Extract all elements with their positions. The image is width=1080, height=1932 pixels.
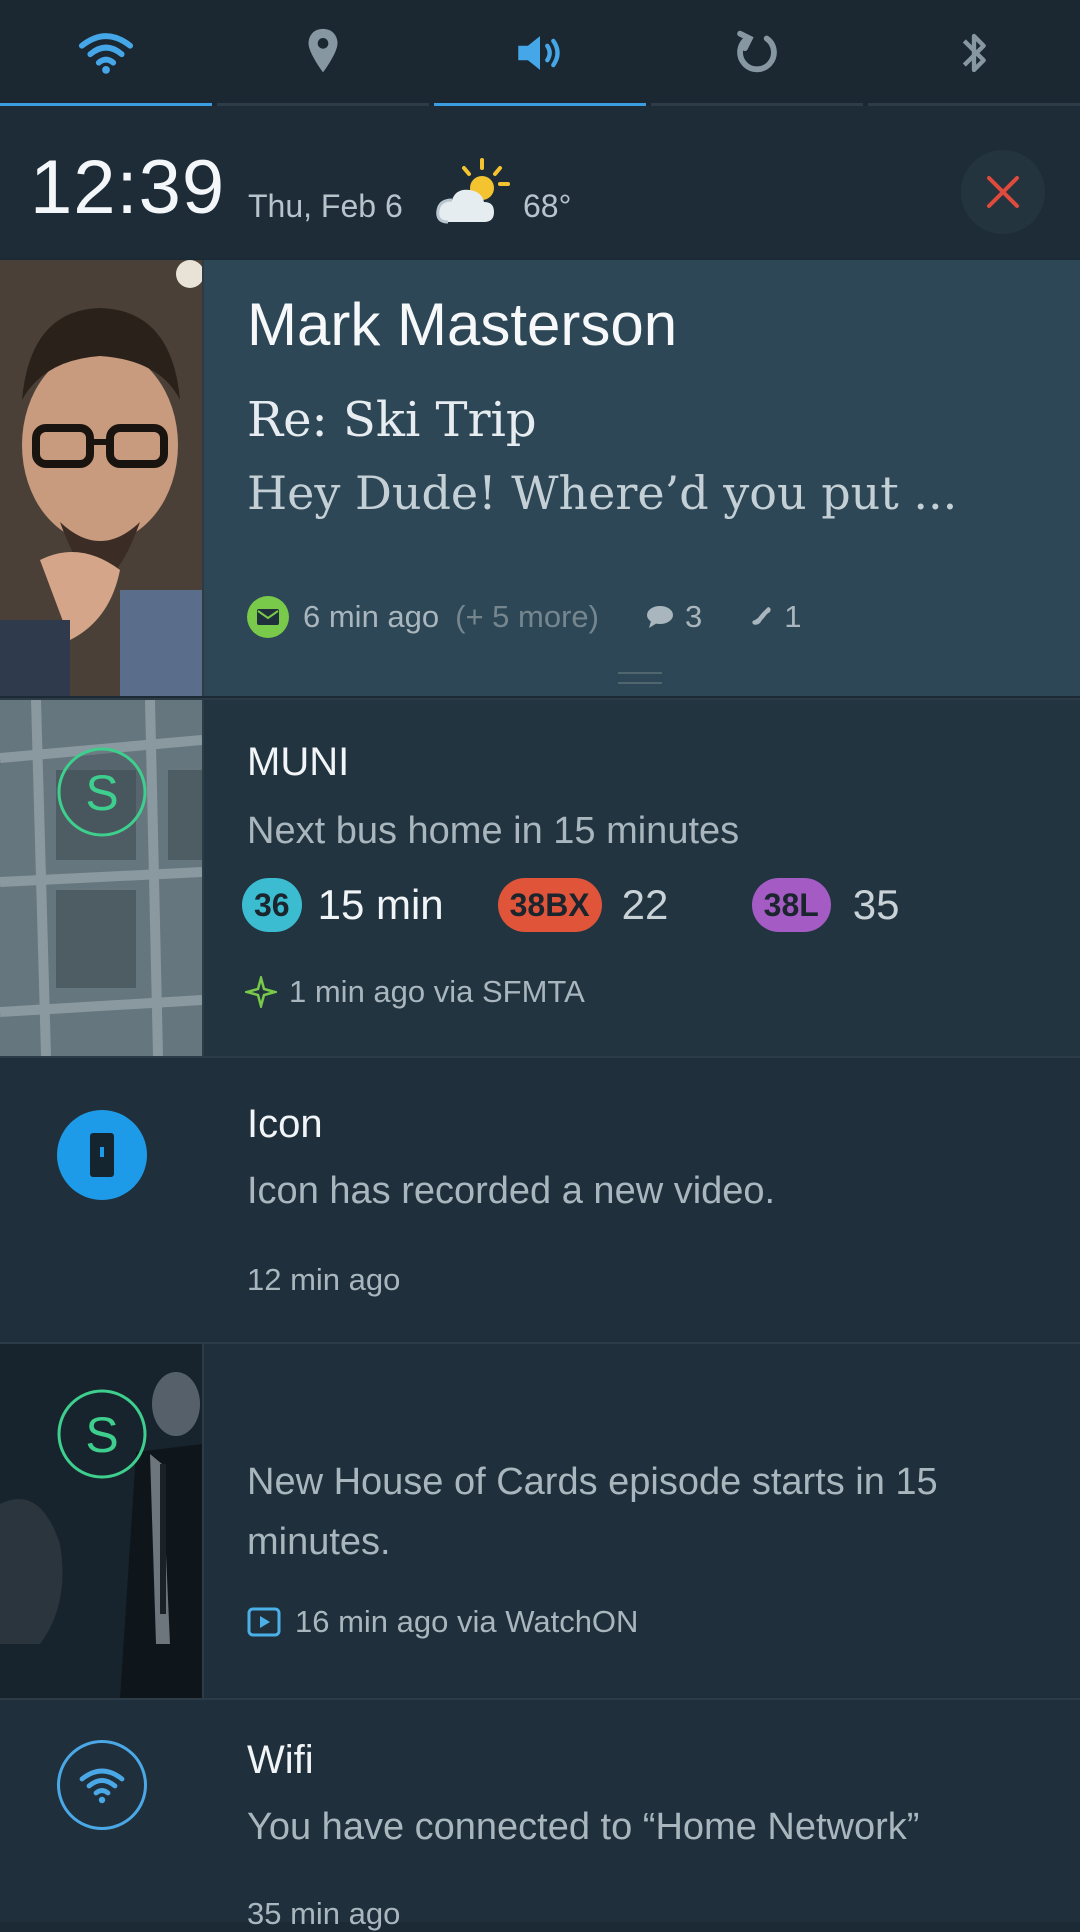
comment-icon bbox=[647, 606, 673, 628]
sfmta-logo-icon bbox=[245, 976, 277, 1008]
notification-muni[interactable]: S MUNI Next bus home in 15 minutes 36 15… bbox=[0, 698, 1080, 1056]
temperature: 68° bbox=[523, 188, 572, 224]
muni-meta-text: 1 min ago via SFMTA bbox=[289, 974, 585, 1009]
notification-watchon[interactable]: S New House of Cards episode starts in 1… bbox=[0, 1342, 1080, 1698]
clock: 12:39 bbox=[30, 145, 226, 230]
watch-body: New House of Cards episode starts in 15 … bbox=[247, 1461, 938, 1563]
email-icon bbox=[247, 596, 289, 638]
route-list: 36 15 min 38BX 22 38L 35 bbox=[242, 878, 900, 932]
watch-meta-text: 16 min ago via WatchON bbox=[295, 1604, 639, 1639]
svg-text:S: S bbox=[85, 1407, 118, 1463]
muni-title: MUNI bbox=[247, 740, 350, 784]
wifi-time: 35 min ago bbox=[247, 1896, 401, 1931]
wifi-body: You have connected to “Home Network” bbox=[247, 1806, 920, 1848]
call-stat: 1 bbox=[748, 599, 802, 635]
rotate-toggle[interactable] bbox=[651, 0, 863, 106]
s-logo-icon: S bbox=[57, 1389, 147, 1479]
volume-toggle[interactable] bbox=[434, 0, 646, 106]
notification-icon-app[interactable]: Icon Icon has recorded a new video. 12 m… bbox=[0, 1056, 1080, 1342]
wifi-icon bbox=[57, 1740, 147, 1830]
icon-body: Icon has recorded a new video. bbox=[247, 1170, 776, 1212]
comment-count: 3 bbox=[685, 599, 703, 634]
status-row: 12:39 Thu, Feb 6 68° bbox=[0, 106, 1080, 258]
email-time: 6 min ago bbox=[303, 599, 440, 634]
email-subject: Re: Ski Trip bbox=[247, 392, 537, 448]
icon-time: 12 min ago bbox=[247, 1262, 401, 1297]
email-preview: Hey Dude! Where’d you put ... bbox=[247, 466, 958, 520]
route-badge: 36 bbox=[242, 878, 302, 932]
route-time: 35 bbox=[852, 881, 900, 928]
icon-title: Icon bbox=[247, 1102, 323, 1146]
watch-meta: 16 min ago via WatchON bbox=[247, 1604, 638, 1640]
call-count: 1 bbox=[784, 599, 802, 634]
quick-settings-bar bbox=[0, 0, 1080, 106]
s-logo-icon: S bbox=[85, 765, 118, 821]
rotate-icon bbox=[737, 30, 777, 73]
date: Thu, Feb 6 bbox=[248, 188, 403, 224]
email-meta: 6 min ago (+ 5 more) 3 1 bbox=[247, 596, 802, 638]
icon-app-icon bbox=[57, 1110, 147, 1200]
wifi-toggle[interactable] bbox=[0, 0, 212, 106]
partly-cloudy-icon bbox=[436, 158, 510, 224]
muni-meta: 1 min ago via SFMTA bbox=[245, 974, 585, 1010]
dismiss-all-button[interactable] bbox=[961, 150, 1045, 234]
bluetooth-icon bbox=[962, 33, 986, 73]
comment-stat: 3 bbox=[645, 599, 702, 635]
email-more-count: (+ 5 more) bbox=[455, 599, 599, 634]
volume-icon bbox=[518, 36, 560, 70]
location-icon bbox=[308, 28, 338, 73]
wifi-icon bbox=[78, 33, 134, 74]
wifi-title: Wifi bbox=[247, 1738, 314, 1782]
phone-icon bbox=[752, 607, 771, 625]
map-thumbnail: S bbox=[0, 700, 204, 1056]
notification-wifi[interactable]: Wifi You have connected to “Home Network… bbox=[0, 1698, 1080, 1931]
location-toggle[interactable] bbox=[217, 0, 429, 106]
close-icon bbox=[987, 176, 1019, 208]
route-time: 22 bbox=[621, 881, 669, 928]
play-icon bbox=[247, 1607, 281, 1637]
svg-text:S: S bbox=[85, 765, 118, 821]
route-time: 15 min bbox=[317, 881, 444, 928]
notification-email[interactable]: Mark Masterson Re: Ski Trip Hey Dude! Wh… bbox=[0, 260, 1080, 696]
bluetooth-toggle[interactable] bbox=[868, 0, 1080, 106]
expand-handle[interactable] bbox=[618, 672, 662, 684]
muni-body: Next bus home in 15 minutes bbox=[247, 810, 740, 852]
route-badge: 38BX bbox=[497, 878, 602, 932]
route-badge: 38L bbox=[751, 878, 831, 932]
show-thumbnail: S bbox=[0, 1344, 204, 1698]
contact-photo bbox=[0, 260, 204, 696]
email-sender: Mark Masterson bbox=[247, 291, 678, 358]
